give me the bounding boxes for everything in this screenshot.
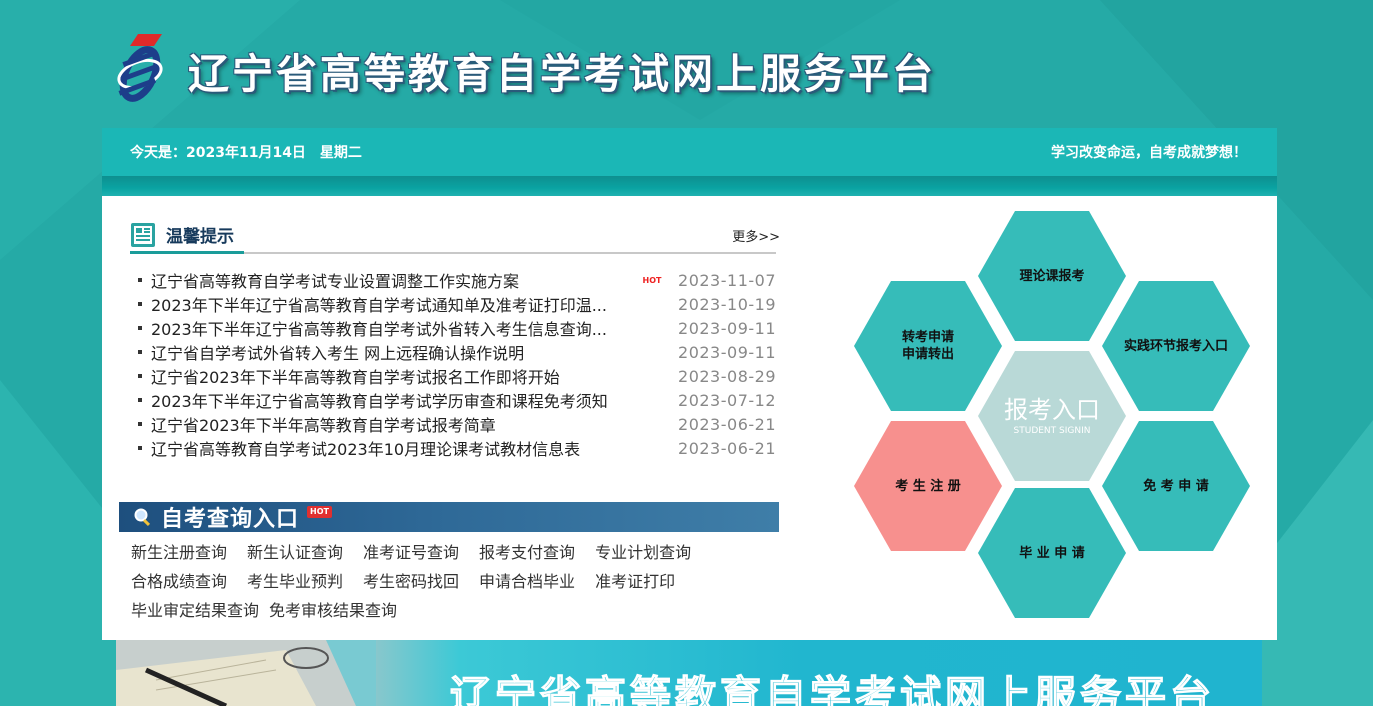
- news-title[interactable]: 辽宁省2023年下半年高等教育自学考试报考简章: [151, 412, 639, 436]
- query-header: 自考查询入口 HOT: [119, 502, 779, 532]
- query-link[interactable]: 准考证打印: [595, 568, 675, 592]
- transfer-label: 转考申请 申请转出: [901, 330, 954, 362]
- news-item[interactable]: 辽宁省自学考试外省转入考生 网上远程确认操作说明 2023-09-11: [130, 340, 776, 364]
- notice-header: 温馨提示 更多>>: [130, 218, 780, 254]
- signin-sublabel: STUDENT SIGNIN: [1013, 426, 1091, 436]
- query-row: 新生注册查询 新生认证查询 准考证号查询 报考支付查询 专业计划查询: [131, 536, 771, 565]
- exempt-label: 免 考 申 请: [1143, 478, 1209, 494]
- query-link[interactable]: 考生毕业预判: [247, 568, 343, 592]
- bullet-icon: [138, 446, 142, 450]
- notice-title-wrap: 温馨提示: [130, 218, 244, 254]
- news-title[interactable]: 辽宁省2023年下半年高等教育自学考试报名工作即将开始: [151, 364, 639, 388]
- query-link[interactable]: 申请合档毕业: [479, 568, 575, 592]
- bullet-icon: [138, 278, 142, 282]
- practice-exam-hex[interactable]: 实践环节报考入口: [1102, 281, 1250, 411]
- graduate-label: 毕 业 申 请: [1019, 545, 1085, 561]
- hot-badge: HOT: [307, 506, 332, 518]
- news-date: 2023-11-07: [678, 270, 776, 290]
- query-row: 合格成绩查询 考生毕业预判 考生密码找回 申请合档毕业 准考证打印: [131, 565, 771, 594]
- bullet-icon: [138, 398, 142, 402]
- practice-exam-label: 实践环节报考入口: [1123, 338, 1228, 354]
- news-item[interactable]: 2023年下半年辽宁省高等教育自学考试通知单及准考证打印温... 2023-10-…: [130, 292, 776, 316]
- bullet-icon: [138, 422, 142, 426]
- bottom-banner: 辽宁省高等教育自学考试网上服务平台: [116, 640, 1262, 706]
- signin-hex[interactable]: 报考入口 STUDENT SIGNIN: [978, 351, 1126, 481]
- search-icon: [134, 508, 151, 527]
- news-date: 2023-07-12: [678, 390, 776, 410]
- notice-section: 温馨提示 更多>> 辽宁省高等教育自学考试专业设置调整工作实施方案 HOT 2023…: [130, 218, 780, 460]
- query-link[interactable]: 专业计划查询: [595, 539, 691, 563]
- bullet-icon: [138, 350, 142, 354]
- newspaper-icon: [131, 222, 155, 247]
- desk-photo-image: [116, 640, 376, 706]
- news-title[interactable]: 辽宁省高等教育自学考试专业设置调整工作实施方案: [151, 268, 639, 292]
- notice-title: 温馨提示: [166, 227, 234, 247]
- slogan: 学习改变命运，自考成就梦想！: [1051, 145, 1247, 161]
- news-title[interactable]: 辽宁省高等教育自学考试2023年10月理论课考试教材信息表: [151, 436, 639, 460]
- news-date: 2023-10-19: [678, 294, 776, 314]
- register-label: 考 生 注 册: [895, 478, 961, 494]
- main-panel: 温馨提示 更多>> 辽宁省高等教育自学考试专业设置调整工作实施方案 HOT 2023…: [102, 196, 1277, 640]
- query-link[interactable]: 准考证号查询: [363, 539, 459, 563]
- site-header: 辽宁省高等教育自学考试网上服务平台: [110, 30, 1010, 110]
- theory-exam-hex[interactable]: 理论课报考: [978, 211, 1126, 341]
- query-link[interactable]: 报考支付查询: [479, 539, 575, 563]
- entry-hexagons: 理论课报考 转考申请 申请转出 实践环节报考入口 报考入口 STUDENT SIG…: [852, 208, 1252, 628]
- query-links: 新生注册查询 新生认证查询 准考证号查询 报考支付查询 专业计划查询 合格成绩查询 考生毕业…: [131, 536, 771, 623]
- more-link[interactable]: 更多>>: [732, 226, 780, 245]
- signin-label: 报考入口: [1004, 396, 1100, 424]
- query-link[interactable]: 新生认证查询: [247, 539, 343, 563]
- banner-title: 辽宁省高等教育自学考试网上服务平台: [449, 671, 1215, 706]
- divider-bar: [102, 176, 1277, 196]
- news-item[interactable]: 辽宁省2023年下半年高等教育自学考试报名工作即将开始 2023-08-29: [130, 364, 776, 388]
- news-date: 2023-06-21: [678, 438, 776, 458]
- news-title[interactable]: 2023年下半年辽宁省高等教育自学考试通知单及准考证打印温...: [151, 292, 639, 316]
- news-list: 辽宁省高等教育自学考试专业设置调整工作实施方案 HOT 2023-11-07 2023…: [130, 268, 776, 460]
- logo-icon: [117, 34, 163, 102]
- query-title: 自考查询入口: [161, 507, 300, 532]
- exempt-hex[interactable]: 免 考 申 请: [1102, 421, 1250, 551]
- news-title[interactable]: 辽宁省自学考试外省转入考生 网上远程确认操作说明: [151, 340, 639, 364]
- news-item[interactable]: 2023年下半年辽宁省高等教育自学考试学历审查和课程免考须知 2023-07-12: [130, 388, 776, 412]
- news-item[interactable]: 辽宁省2023年下半年高等教育自学考试报考简章 2023-06-21: [130, 412, 776, 436]
- date-bar: 今天是：2023年11月14日 星期二 学习改变命运，自考成就梦想！: [102, 128, 1277, 176]
- news-title[interactable]: 2023年下半年辽宁省高等教育自学考试外省转入考生信息查询...: [151, 316, 639, 340]
- graduate-hex[interactable]: 毕 业 申 请: [978, 488, 1126, 618]
- query-link[interactable]: 毕业审定结果查询: [131, 597, 259, 621]
- news-date: 2023-09-11: [678, 318, 776, 338]
- theory-exam-label: 理论课报考: [1019, 268, 1085, 284]
- news-item[interactable]: 辽宁省高等教育自学考试2023年10月理论课考试教材信息表 2023-06-21: [130, 436, 776, 460]
- register-hex[interactable]: 考 生 注 册: [854, 421, 1002, 551]
- news-item[interactable]: 辽宁省高等教育自学考试专业设置调整工作实施方案 HOT 2023-11-07: [130, 268, 776, 292]
- news-date: 2023-09-11: [678, 342, 776, 362]
- query-link[interactable]: 新生注册查询: [131, 539, 227, 563]
- hot-tag: HOT: [642, 275, 662, 285]
- news-date: 2023-06-21: [678, 414, 776, 434]
- news-item[interactable]: 2023年下半年辽宁省高等教育自学考试外省转入考生信息查询... 2023-09-…: [130, 316, 776, 340]
- site-title: 辽宁省高等教育自学考试网上服务平台: [188, 50, 936, 98]
- bullet-icon: [138, 302, 142, 306]
- bullet-icon: [138, 374, 142, 378]
- news-title[interactable]: 2023年下半年辽宁省高等教育自学考试学历审查和课程免考须知: [151, 388, 639, 412]
- today-date: 今天是：2023年11月14日 星期二: [130, 145, 362, 161]
- transfer-hex[interactable]: 转考申请 申请转出: [854, 281, 1002, 411]
- bullet-icon: [138, 326, 142, 330]
- news-date: 2023-08-29: [678, 366, 776, 386]
- query-row: 毕业审定结果查询 免考审核结果查询: [131, 594, 771, 623]
- query-link[interactable]: 合格成绩查询: [131, 568, 227, 592]
- query-link[interactable]: 考生密码找回: [363, 568, 459, 592]
- query-link[interactable]: 免考审核结果查询: [269, 597, 397, 621]
